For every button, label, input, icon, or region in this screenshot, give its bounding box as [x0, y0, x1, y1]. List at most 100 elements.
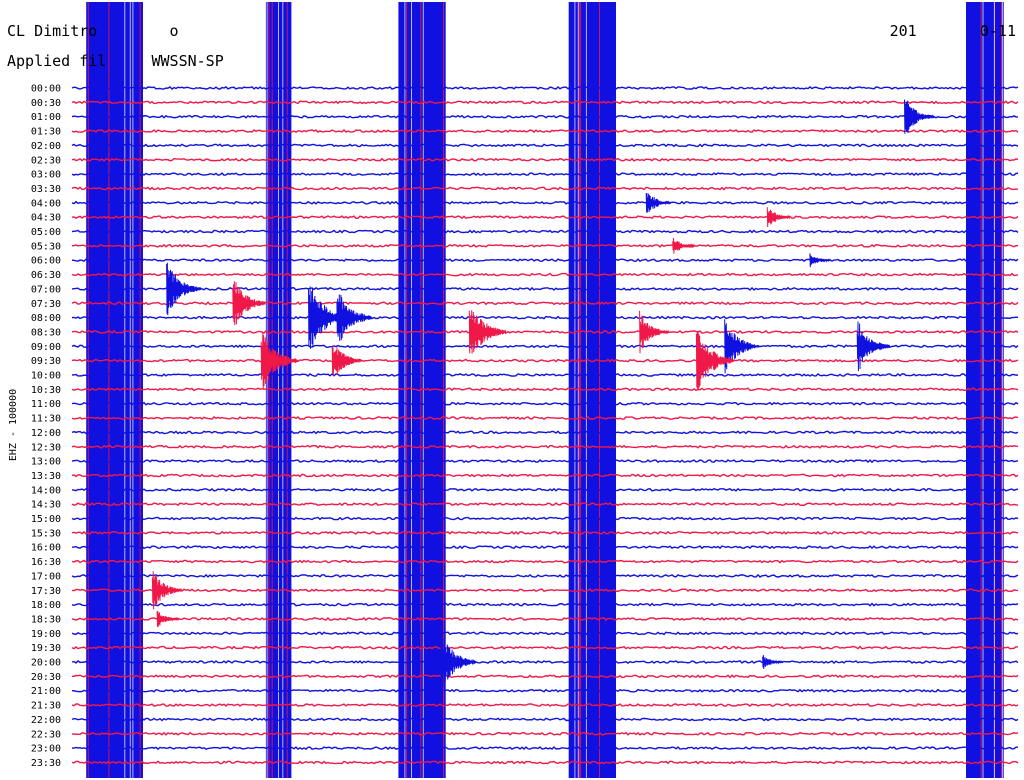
trace-row: [71, 760, 1019, 765]
trace-row: [71, 559, 1019, 564]
time-label: 01:30: [31, 127, 61, 138]
time-label: 19:00: [31, 629, 61, 640]
seismic-event: [904, 99, 935, 134]
time-label: 10:30: [31, 385, 61, 396]
time-label: 18:30: [31, 614, 61, 625]
time-label: 22:00: [31, 715, 61, 726]
time-label: 07:00: [31, 284, 61, 295]
time-label: 12:00: [31, 428, 61, 439]
trace-row: [71, 215, 1019, 220]
time-label: 23:30: [31, 758, 61, 769]
trace-row: [71, 129, 1019, 134]
seismic-event: [856, 321, 891, 372]
helicorder-plot: 00:00 00:30 01:00 01:30 02:00 02:30 03:00 03:30…: [31, 2, 1019, 778]
seismic-event: [331, 345, 362, 377]
trace-row: [71, 660, 1019, 665]
time-label: 03:00: [31, 170, 61, 181]
trace-row: [71, 372, 1019, 377]
time-label: 15:30: [31, 528, 61, 539]
trace-row: [71, 301, 1019, 306]
time-label: 02:30: [31, 155, 61, 166]
time-label: 21:30: [31, 701, 61, 712]
trace-row: [71, 100, 1019, 105]
trace-row: [71, 573, 1019, 578]
time-label: 14:00: [31, 485, 61, 496]
trace-row: [71, 258, 1019, 263]
time-label: 13:00: [31, 457, 61, 468]
time-label: 02:00: [31, 141, 61, 152]
time-label: 19:30: [31, 643, 61, 654]
time-label: 09:00: [31, 342, 61, 353]
seismic-event: [762, 654, 784, 670]
time-label: 21:00: [31, 686, 61, 697]
seismic-event: [672, 237, 696, 254]
time-label: 10:00: [31, 371, 61, 382]
trace-row: [71, 731, 1019, 736]
time-label: 17:00: [31, 571, 61, 582]
time-label: 01:00: [31, 112, 61, 123]
time-label: 11:30: [31, 414, 61, 425]
trace-row: [71, 172, 1019, 177]
trace-row: [71, 143, 1019, 148]
channel-label: EHZ - 100000: [8, 388, 19, 462]
trace-row: [71, 358, 1019, 363]
trace-row: [71, 487, 1019, 492]
time-label: 04:00: [31, 198, 61, 209]
trace-row: [71, 229, 1019, 234]
time-label: 00:00: [31, 84, 61, 95]
trace-row: [71, 530, 1019, 535]
time-label: 17:30: [31, 586, 61, 597]
time-label: 16:30: [31, 557, 61, 568]
time-label: 20:30: [31, 672, 61, 683]
trace-row: [71, 717, 1019, 722]
trace-row: [71, 459, 1019, 464]
trace-row: [71, 114, 1019, 119]
seismic-event: [156, 611, 180, 627]
trace-row: [71, 315, 1019, 320]
trace-row: [71, 602, 1019, 607]
seismic-event: [645, 193, 672, 213]
time-label: 12:30: [31, 442, 61, 453]
time-label: 08:30: [31, 327, 61, 338]
seismic-event: [151, 571, 183, 610]
time-label: 09:30: [31, 356, 61, 367]
time-label: 20:00: [31, 658, 61, 669]
time-label: 06:30: [31, 270, 61, 281]
time-label: 05:30: [31, 241, 61, 252]
time-label: 14:30: [31, 500, 61, 511]
time-label: 08:00: [31, 313, 61, 324]
trace-row: [71, 616, 1019, 621]
time-label: 15:00: [31, 514, 61, 525]
seismic-event: [440, 636, 477, 688]
seismic-event: [809, 253, 831, 268]
trace-row: [71, 401, 1019, 406]
trace-row: [71, 703, 1019, 708]
trace-row: [71, 286, 1019, 291]
trace-row: [71, 516, 1019, 521]
trace-row: [71, 444, 1019, 449]
trace-row: [71, 86, 1019, 91]
trace-row: [71, 502, 1019, 507]
trace-layer: [71, 2, 1019, 778]
trace-row: [71, 631, 1019, 636]
trace-row: [71, 746, 1019, 751]
time-label: 05:00: [31, 227, 61, 238]
seismic-event: [766, 207, 791, 228]
trace-row: [71, 186, 1019, 191]
trace-row: [71, 387, 1019, 392]
trace-row: [71, 200, 1019, 205]
trace-row: [71, 243, 1019, 248]
time-label: 00:30: [31, 98, 61, 109]
time-label: 07:30: [31, 299, 61, 310]
trace-row: [71, 416, 1019, 421]
time-label: 11:00: [31, 399, 61, 410]
seismic-event: [724, 319, 760, 374]
trace-row: [71, 674, 1019, 679]
time-label: 18:00: [31, 600, 61, 611]
trace-row: [71, 688, 1019, 693]
trace-row: [71, 157, 1019, 162]
time-label: 23:00: [31, 744, 61, 755]
trace-row: [71, 645, 1019, 650]
time-label: 04:30: [31, 213, 61, 224]
time-label: 03:30: [31, 184, 61, 195]
